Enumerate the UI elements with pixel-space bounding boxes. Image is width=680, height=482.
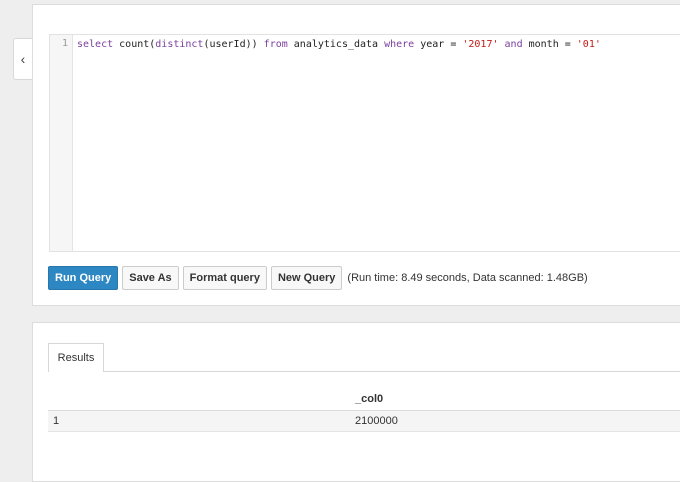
code-token: count(	[119, 39, 156, 50]
row-index: 1	[53, 415, 60, 427]
new-query-button[interactable]: New Query	[270, 265, 343, 290]
table-row: 1 2100000	[48, 411, 680, 432]
code-token: '01'	[576, 39, 601, 50]
code-token: '2017'	[462, 39, 499, 50]
chevron-left-icon: ‹	[20, 51, 26, 67]
format-query-button[interactable]: Format query	[182, 265, 267, 290]
cell-value: 2100000	[355, 415, 398, 427]
tab-results[interactable]: Results	[48, 343, 104, 372]
code-token: (userId))	[203, 39, 264, 50]
line-number: 1	[61, 38, 68, 49]
column-header: _col0	[355, 393, 384, 405]
query-toolbar: Run Query Save As Format query New Query…	[48, 265, 588, 290]
line-gutter: 1	[50, 35, 73, 251]
code-token: where	[384, 39, 415, 50]
run-query-button[interactable]: Run Query	[48, 265, 119, 290]
run-info-text: (Run time: 8.49 seconds, Data scanned: 1…	[347, 271, 588, 284]
save-as-button[interactable]: Save As	[122, 265, 179, 290]
query-editor-panel: 1 select count(distinct(userId)) from an…	[32, 4, 680, 306]
sidebar-collapse-button[interactable]: ‹	[13, 38, 32, 80]
sql-editor[interactable]: 1 select count(distinct(userId)) from an…	[49, 34, 680, 252]
code-token: and	[504, 39, 523, 50]
code-token: from	[263, 39, 288, 50]
results-panel: Results _col0 1 2100000	[32, 322, 680, 482]
code-token: year =	[414, 39, 463, 50]
tab-divider	[48, 371, 680, 372]
code-token: select	[77, 39, 120, 50]
code-token: month =	[522, 39, 577, 50]
code-line[interactable]: select count(distinct(userId)) from anal…	[77, 38, 601, 51]
code-token: distinct	[155, 39, 204, 50]
code-token: analytics_data	[287, 39, 385, 50]
